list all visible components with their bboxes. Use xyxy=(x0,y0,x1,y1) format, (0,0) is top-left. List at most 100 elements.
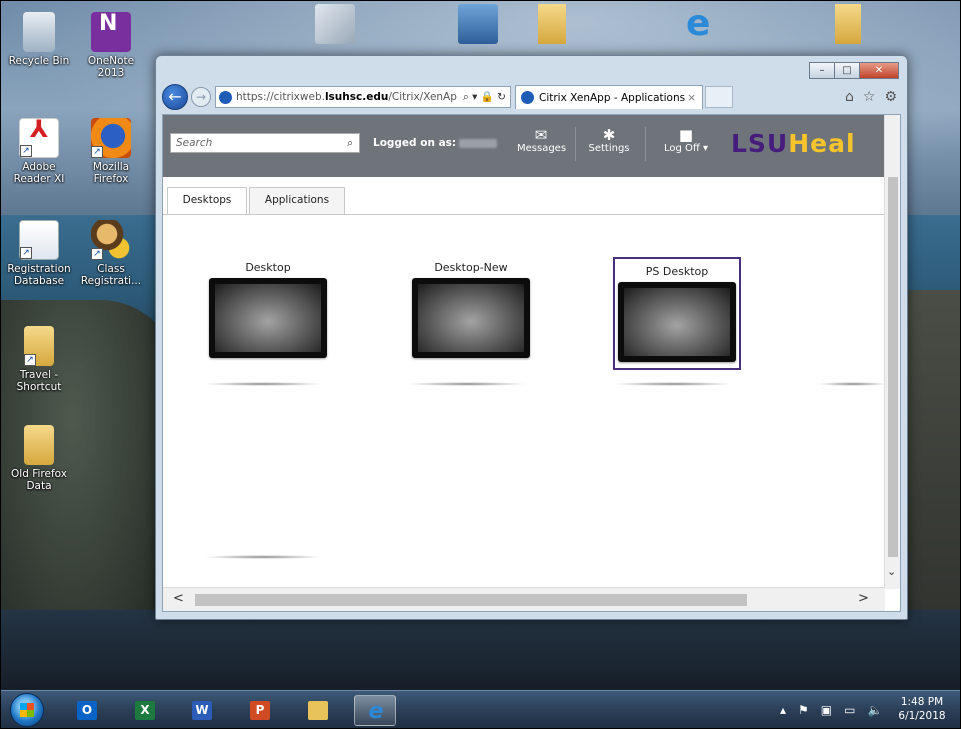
scroll-down-icon[interactable]: ⌄ xyxy=(887,565,896,578)
browser-window: – □ ✕ ← → https://citrixweb. lsuhsc.edu/C… xyxy=(155,55,908,620)
desktop-icon-label: Registration Database xyxy=(7,263,71,287)
action-center-flag-icon[interactable]: ⚑ xyxy=(798,703,809,717)
vertical-scroll-thumb[interactable] xyxy=(888,177,898,557)
desktop-icon-label: Old Firefox Data xyxy=(11,468,67,492)
minimize-button[interactable]: – xyxy=(809,62,835,79)
app-shortcut-icon[interactable] xyxy=(315,4,355,44)
url-scheme: https:// xyxy=(236,91,274,103)
content-tabs: Desktops Applications xyxy=(163,177,885,239)
folder-icon xyxy=(308,701,328,720)
desktop-icon-onenote[interactable]: OneNote 2013 xyxy=(76,12,146,79)
shortcut-arrow-icon: ↗ xyxy=(20,145,32,157)
envelope-icon: ✉ xyxy=(534,126,548,144)
desktop-tile-label: Desktop-New xyxy=(434,261,508,274)
logo-health-text: Heal xyxy=(788,129,856,158)
taskbar-excel[interactable]: X xyxy=(124,695,166,726)
desktop-tile-ps-desktop[interactable]: PS Desktop xyxy=(613,257,741,370)
tab-applications[interactable]: Applications xyxy=(249,187,345,214)
address-bar[interactable]: https://citrixweb. lsuhsc.edu/Citrix/XenA… xyxy=(215,86,511,108)
log-off-label: Log Off ▾ xyxy=(664,143,708,154)
log-off-button[interactable]: ■ Log Off ▾ xyxy=(655,127,717,154)
close-window-button[interactable]: ✕ xyxy=(859,62,899,79)
start-button[interactable] xyxy=(10,693,44,727)
messages-button[interactable]: ✉ Messages xyxy=(517,126,566,154)
taskbar-outlook[interactable]: O xyxy=(66,695,108,726)
clock-time: 1:48 PM xyxy=(900,696,944,708)
desktop-icon-label: Adobe Reader XI xyxy=(13,161,65,185)
forward-button[interactable]: → xyxy=(191,87,211,107)
desktop-icon-class-registration[interactable]: ↗ Class Registrati... xyxy=(76,220,146,287)
home-icon[interactable]: ⌂ xyxy=(845,89,854,105)
scroll-left-icon[interactable]: < xyxy=(173,591,184,606)
desktop-icon-firefox[interactable]: ↗ Mozilla Firefox xyxy=(76,118,146,185)
network-icon[interactable]: ▣ xyxy=(821,703,832,717)
firefox-icon: ↗ xyxy=(91,118,131,158)
maximize-button[interactable]: □ xyxy=(834,62,860,79)
taskbar-word[interactable]: W xyxy=(181,695,223,726)
search-placeholder: Search xyxy=(176,137,213,149)
folder-icon xyxy=(24,425,54,465)
favorites-star-icon[interactable]: ☆ xyxy=(863,89,876,105)
volume-icon[interactable]: 🔈 xyxy=(867,703,882,717)
clock[interactable]: 1:48 PM 6/1/2018 xyxy=(892,695,952,723)
tile-shadow xyxy=(203,382,323,386)
monitor-icon xyxy=(412,278,530,358)
desktop-tile-label: PS Desktop xyxy=(645,265,709,278)
citrix-favicon-icon xyxy=(219,90,232,104)
gear-icon: ✱ xyxy=(602,126,616,144)
logo-lsu-text: LSU xyxy=(731,129,789,158)
tile-shadow xyxy=(613,382,733,386)
redacted-username xyxy=(459,138,498,148)
desktop-icon-old-firefox-data[interactable]: Old Firefox Data xyxy=(4,425,74,492)
system-tray: ▴ ⚑ ▣ ▭ 🔈 xyxy=(780,703,882,717)
show-hidden-icons-icon[interactable]: ▴ xyxy=(780,703,786,717)
tab-desktops[interactable]: Desktops xyxy=(167,187,247,215)
lsu-health-logo: LSUHeal xyxy=(731,129,856,158)
clock-date: 6/1/2018 xyxy=(898,710,946,722)
shortcut-arrow-icon: ↗ xyxy=(20,247,32,259)
folder-icon[interactable] xyxy=(835,4,861,44)
taskbar-file-explorer[interactable] xyxy=(297,695,339,726)
address-controls[interactable]: ⌕ ▾ 🔒 ↻ xyxy=(463,90,506,104)
tile-shadow xyxy=(818,382,888,386)
close-tab-icon[interactable]: × xyxy=(687,92,696,104)
powerpoint-icon: P xyxy=(250,701,270,720)
header-divider xyxy=(575,127,576,161)
new-tab-button[interactable] xyxy=(705,86,733,108)
url-host: lsuhsc.edu xyxy=(324,91,389,103)
vertical-scrollbar[interactable]: ^ ⌄ xyxy=(884,115,900,589)
settings-button[interactable]: ✱ Settings xyxy=(586,127,632,154)
shortcut-arrow-icon: ↗ xyxy=(91,146,103,158)
wallpaper-shore xyxy=(0,610,961,690)
back-button[interactable]: ← xyxy=(162,84,188,110)
monitor-icon xyxy=(618,282,736,362)
recycle-bin-icon xyxy=(23,12,55,52)
taskbar-internet-explorer[interactable]: e xyxy=(354,695,396,726)
scroll-right-icon[interactable]: > xyxy=(858,591,869,606)
url-host-prefix: citrixweb. xyxy=(273,91,325,103)
registration-database-icon: ↗ xyxy=(19,220,59,260)
search-input[interactable]: Search ⌕ xyxy=(170,133,360,153)
search-icon[interactable]: ⌕ xyxy=(347,134,353,152)
app-shortcut-icon[interactable] xyxy=(458,4,498,44)
desktop-icon-travel-shortcut[interactable]: ↗ Travel - Shortcut xyxy=(4,326,74,393)
desktop-tile-desktop[interactable]: Desktop xyxy=(204,255,332,368)
display-icon[interactable]: ▭ xyxy=(844,703,855,717)
desktop-icon-adobe-reader[interactable]: ↗ Adobe Reader XI xyxy=(4,118,74,185)
internet-explorer-icon[interactable]: e xyxy=(686,4,726,44)
horizontal-scroll-thumb[interactable] xyxy=(195,594,747,606)
onenote-icon xyxy=(91,12,131,52)
desktop-icon-label: Recycle Bin xyxy=(8,55,70,67)
tab-citrix-xenapp[interactable]: Citrix XenApp - Applications × xyxy=(515,85,703,109)
taskbar-powerpoint[interactable]: P xyxy=(239,695,281,726)
desktop-icon-recycle-bin[interactable]: Recycle Bin xyxy=(4,12,74,67)
lock-icon: ■ xyxy=(678,126,694,144)
desktop-tile-desktop-new[interactable]: Desktop-New xyxy=(407,255,535,368)
page-content: Search ⌕ Logged on as: ✉ Messages ✱ Sett… xyxy=(162,114,901,612)
tools-gear-icon[interactable]: ⚙ xyxy=(884,89,897,105)
horizontal-scrollbar[interactable]: < > xyxy=(163,587,885,611)
desktop-icon-label: Mozilla Firefox xyxy=(92,161,130,185)
internet-explorer-icon: e xyxy=(368,699,384,724)
folder-icon[interactable] xyxy=(538,4,566,44)
desktop-icon-registration-database[interactable]: ↗ Registration Database xyxy=(4,220,74,287)
